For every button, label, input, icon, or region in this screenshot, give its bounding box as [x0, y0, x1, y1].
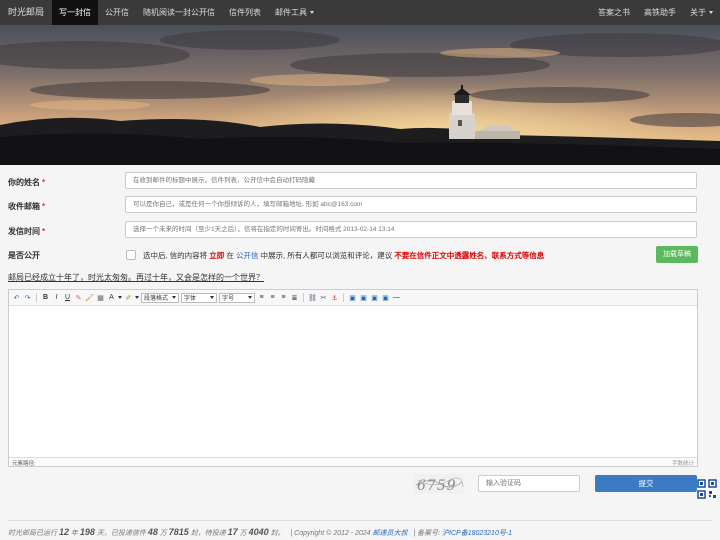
highlight-icon[interactable]: ✐ — [124, 293, 133, 302]
chevron-down-icon — [310, 11, 315, 15]
editor-content-area[interactable] — [9, 307, 697, 457]
chevron-down-icon — [135, 296, 139, 299]
days-count: 198 — [79, 527, 95, 537]
name-row: 你的姓名 * — [0, 172, 720, 192]
nav-mail-tools-dropdown[interactable]: 邮件工具 — [268, 0, 321, 25]
image-center-icon[interactable]: ▣ — [381, 293, 390, 302]
public-label: 是否公开 — [8, 251, 40, 260]
qr-code-icon[interactable] — [697, 479, 717, 499]
image-left-icon[interactable]: ▣ — [348, 293, 357, 302]
public-row: 是否公开 选中后, 信的内容将 立即 在 公开信 中展示, 所有人都可以浏览和评… — [0, 245, 720, 265]
nav-rail-assistant[interactable]: 高铁助手 — [637, 0, 683, 25]
nav-random-letter[interactable]: 随机阅读一封公开信 — [136, 0, 222, 25]
horizontal-rule-icon[interactable]: — — [392, 293, 401, 302]
editor-statusbar: 元素路径: 字数统计 — [9, 457, 697, 467]
footer-divider — [8, 520, 712, 521]
align-left-icon[interactable]: ≡ — [257, 293, 266, 302]
redo-icon[interactable]: ↷ — [23, 293, 32, 302]
nav-mail-tools-label: 邮件工具 — [275, 8, 308, 17]
nav-about-label: 关于 — [690, 8, 706, 17]
chevron-down-icon — [709, 11, 713, 15]
send-time-label: 发信时间 * — [8, 227, 46, 236]
email-row: 收件邮箱 * — [0, 196, 720, 216]
send-time-row: 发信时间 * — [0, 221, 720, 241]
font-family-select[interactable]: 字体 — [181, 292, 217, 303]
image-right-icon[interactable]: ▣ — [370, 293, 379, 302]
icp-label: | 备案号: — [413, 530, 441, 537]
pending-rest-count: 4040 — [248, 527, 269, 537]
toolbar-divider — [343, 293, 344, 302]
name-input[interactable] — [125, 172, 697, 189]
toolbar-divider — [36, 293, 37, 302]
email-label: 收件邮箱 * — [8, 202, 46, 211]
undo-icon[interactable]: ↶ — [12, 293, 21, 302]
editor-toolbar: ↶ ↷ B I U ✎ 🖌 ▦ A ✐ 段落格式 字体 字号 ≡ ≡ ≡ ≣ ⛓… — [9, 290, 697, 306]
toolbar-divider — [303, 293, 304, 302]
pending-wan-count: 17 — [227, 527, 238, 537]
element-path-label: 元素路径: — [12, 461, 36, 467]
image-none-icon[interactable]: ▣ — [359, 293, 368, 302]
bold-icon[interactable]: B — [41, 293, 50, 302]
icp-link[interactable]: 沪ICP备18023210号-1 — [442, 530, 512, 537]
underline-icon[interactable]: U — [63, 293, 72, 302]
send-time-input[interactable] — [125, 221, 697, 238]
link-icon[interactable]: ⛓ — [308, 293, 317, 302]
italic-icon[interactable]: I — [52, 293, 61, 302]
font-size-select[interactable]: 字号 — [219, 292, 255, 303]
captcha-input[interactable] — [478, 475, 580, 492]
years-count: 12 — [58, 527, 69, 537]
letter-editor: ↶ ↷ B I U ✎ 🖌 ▦ A ✐ 段落格式 字体 字号 ≡ ≡ ≡ ≣ ⛓… — [8, 289, 698, 467]
chevron-down-icon — [172, 296, 176, 299]
public-description: 选中后, 信的内容将 立即 在 公开信 中展示, 所有人都可以浏览和评论，建议 … — [143, 251, 545, 260]
chevron-down-icon — [248, 296, 252, 299]
anniversary-link[interactable]: 邮局已经成立十年了，时光太匆匆。再过十年，又会是怎样的一个世界？ — [8, 272, 264, 283]
captcha-code: 6759 — [417, 478, 457, 494]
public-checkbox[interactable] — [126, 250, 136, 260]
align-center-icon[interactable]: ≡ — [268, 293, 277, 302]
nav-about-dropdown[interactable]: 关于 — [683, 0, 720, 25]
align-justify-icon[interactable]: ≣ — [290, 293, 299, 302]
paragraph-format-select[interactable]: 段落格式 — [141, 292, 179, 303]
chevron-down-icon — [118, 296, 122, 299]
name-label: 你的姓名 * — [8, 178, 46, 187]
font-color-icon[interactable]: A — [107, 293, 116, 302]
brand-logo[interactable]: 时光邮局 — [0, 0, 52, 25]
top-navbar: 时光邮局 写一封信 公开信 随机阅读一封公开信 信件列表 邮件工具 答案之书 高… — [0, 0, 720, 25]
unlink-icon[interactable]: ✂ — [319, 293, 328, 302]
nav-public-letters[interactable]: 公开信 — [98, 0, 136, 25]
sent-wan-count: 48 — [147, 527, 158, 537]
public-letters-link[interactable]: 公开信 — [236, 251, 259, 260]
chevron-down-icon — [210, 296, 214, 299]
author-link[interactable]: 邮递员大叔 — [373, 530, 408, 537]
captcha-image[interactable]: 6759 — [414, 474, 464, 494]
eraser-icon[interactable]: ✎ — [74, 293, 83, 302]
align-right-icon[interactable]: ≡ — [279, 293, 288, 302]
hero-lighthouse-image — [0, 25, 720, 165]
table-icon[interactable]: ▦ — [96, 293, 105, 302]
copyright-text: | Copyright © 2012 - 2024 — [290, 530, 371, 537]
submit-button[interactable]: 提交 — [595, 475, 697, 492]
word-count-label: 字数统计 — [671, 461, 694, 467]
format-painter-icon[interactable]: 🖌 — [85, 293, 94, 302]
load-draft-button[interactable]: 加载草稿 — [656, 246, 698, 263]
nav-letter-list[interactable]: 信件列表 — [222, 0, 268, 25]
nav-right-group: 答案之书 高铁助手 关于 — [591, 0, 720, 25]
nav-book-of-answers[interactable]: 答案之书 — [591, 0, 637, 25]
email-input[interactable] — [125, 196, 697, 213]
anchor-icon[interactable]: ⚓ — [330, 293, 339, 302]
sent-rest-count: 7815 — [168, 527, 189, 537]
footer-stats: 时光邮局已运行 12 年 198 天，已投递信件 48 万 7815 封，待投递… — [8, 527, 513, 537]
nav-write-letter[interactable]: 写一封信 — [52, 0, 99, 25]
